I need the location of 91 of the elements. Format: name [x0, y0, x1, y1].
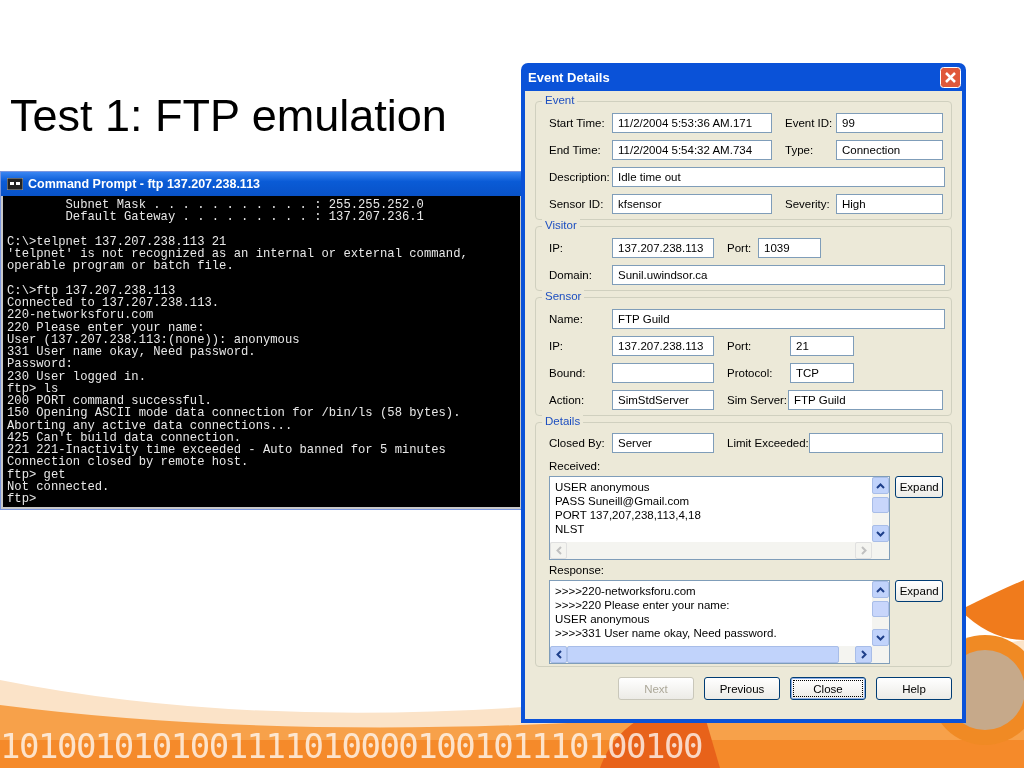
text-field[interactable]: kfsensor	[612, 193, 772, 214]
log-line: PORT 137,207,238,113,4,18	[555, 508, 702, 522]
console-line: C:\>telpnet 137.207.238.113 21	[7, 235, 228, 248]
text-field[interactable]: FTP Guild	[612, 308, 945, 329]
text-field[interactable]: Server	[612, 433, 714, 453]
field-label: Port:	[727, 241, 753, 254]
field-label: Received:	[549, 460, 602, 472]
log-line: >>>>331 User name okay, Need password.	[555, 626, 778, 640]
scrollbar[interactable]	[872, 477, 890, 542]
field-label: Type:	[785, 143, 815, 156]
group-label: Sensor	[542, 290, 585, 302]
console-line: 331 User name okay, Need password.	[7, 346, 256, 359]
console-line: Default Gateway . . . . . . . . . : 137.207.236.1	[64, 211, 425, 224]
text-field[interactable]: High	[836, 193, 943, 214]
field-label: Event ID:	[785, 116, 834, 129]
text-field[interactable]: Idle time out	[612, 166, 945, 187]
console-line: ftp> get	[7, 468, 66, 481]
console-line: 'telpnet' is not recognized as an internal or external command,	[7, 248, 469, 261]
console-line: Password:	[7, 358, 74, 371]
group-label: Visitor	[542, 219, 580, 231]
console-line: User (137.207.238.113:(none)): anonymous	[7, 333, 301, 346]
text-area[interactable]: USER anonymous PASS Suneill@Gmail.com PORT 137,207,238,113,4,18 NLST	[549, 476, 891, 560]
field-label: Port:	[727, 339, 753, 352]
console-line: 425 Can't build data connection.	[7, 431, 243, 444]
dialog-button[interactable]: Previous	[704, 677, 780, 700]
dialog-button[interactable]: Close	[790, 677, 866, 700]
field-label: Description:	[549, 170, 611, 183]
console-line: Connection closed by remote host.	[7, 456, 250, 469]
text-area[interactable]: >>>>220-networksforu.com >>>>220 Please enter your name: USER anonymous >>>>331 User name okay, Need password.	[549, 580, 891, 664]
field-label: End Time:	[549, 143, 602, 156]
field-label: Sensor ID:	[549, 197, 605, 210]
expand-button[interactable]: Expand	[895, 476, 943, 498]
console-line: 230 User logged in.	[7, 370, 147, 383]
text-field[interactable]: FTP Guild	[788, 389, 943, 410]
expand-button[interactable]: Expand	[895, 580, 943, 602]
group-label: Details	[542, 415, 584, 427]
text-field[interactable]: 11/2/2004 5:54:32 AM.734	[612, 139, 772, 160]
binary-decoration: 1010010101001111010000100101110100100	[0, 726, 702, 766]
console-line: ftp>	[7, 493, 38, 506]
console-line: 220-networksforu.com	[7, 309, 155, 322]
text-field[interactable]: Connection	[836, 139, 943, 160]
log-line: >>>>220 Please enter your name:	[555, 598, 731, 612]
console-line: Aborting any active data connections...	[7, 419, 294, 432]
field-label: Response:	[549, 564, 605, 576]
text-field[interactable]: 137.207.238.113	[612, 335, 714, 356]
console-line: 220 Please enter your name:	[7, 321, 205, 334]
window-title: Command Prompt - ftp 137.207.238.113	[28, 177, 261, 191]
text-field[interactable]: 21	[790, 335, 854, 356]
field-label: Name:	[549, 312, 584, 325]
scrollbar[interactable]	[550, 542, 890, 559]
field-label: IP:	[549, 339, 565, 352]
field-label: Closed By:	[549, 437, 606, 449]
console-line: 221 221-Inactivity time exceeded - Auto banned for 5 minutes	[7, 444, 447, 457]
field-label: Bound:	[549, 366, 587, 379]
field-label: Protocol:	[727, 366, 774, 379]
console-line: operable program or batch file.	[7, 260, 235, 273]
group-label: Event	[542, 94, 578, 106]
field-label: Start Time:	[549, 116, 606, 129]
text-field[interactable]: 99	[836, 112, 943, 133]
scrollbar[interactable]	[872, 581, 890, 646]
log-line: PASS Suneill@Gmail.com	[555, 494, 691, 508]
log-line: USER anonymous	[555, 480, 651, 494]
text-field[interactable]	[809, 433, 943, 453]
console-line: Connected to 137.207.238.113.	[7, 297, 221, 310]
console-line: Not connected.	[7, 480, 111, 493]
log-line: NLST	[555, 522, 586, 536]
field-label: Severity:	[785, 197, 831, 210]
field-label: Domain:	[549, 268, 593, 281]
text-field[interactable]: TCP	[790, 362, 854, 383]
console-line: Subnet Mask . . . . . . . . . . . : 255.255.252.0	[64, 199, 425, 212]
console-line: C:\>ftp 137.207.238.113	[7, 284, 176, 297]
slide-title: Test 1: FTP emulation	[10, 90, 447, 142]
scrollbar[interactable]	[550, 646, 890, 663]
field-label: Sim Server:	[727, 393, 788, 406]
close-icon[interactable]	[940, 66, 961, 88]
log-line: >>>>220-networksforu.com	[555, 584, 697, 598]
window-title: Event Details	[528, 69, 610, 85]
text-field[interactable]: 1039	[758, 237, 821, 258]
text-field[interactable]	[612, 362, 714, 383]
field-label: Limit Exceeded:	[727, 437, 809, 449]
log-line: USER anonymous	[555, 612, 651, 626]
text-field[interactable]: 11/2/2004 5:53:36 AM.171	[612, 112, 772, 133]
text-field[interactable]: SimStdServer	[612, 389, 714, 410]
text-field[interactable]: Sunil.uwindsor.ca	[612, 264, 945, 285]
console-line: 200 PORT command successful.	[7, 395, 212, 408]
text-field[interactable]: 137.207.238.113	[612, 237, 714, 258]
console-line: ftp> ls	[7, 382, 59, 395]
field-label: Action:	[549, 393, 586, 406]
dialog-button[interactable]: Help	[876, 677, 952, 700]
console-line: 150 Opening ASCII mode data connection for /bin/ls (58 bytes).	[7, 407, 462, 420]
field-label: IP:	[549, 241, 565, 254]
